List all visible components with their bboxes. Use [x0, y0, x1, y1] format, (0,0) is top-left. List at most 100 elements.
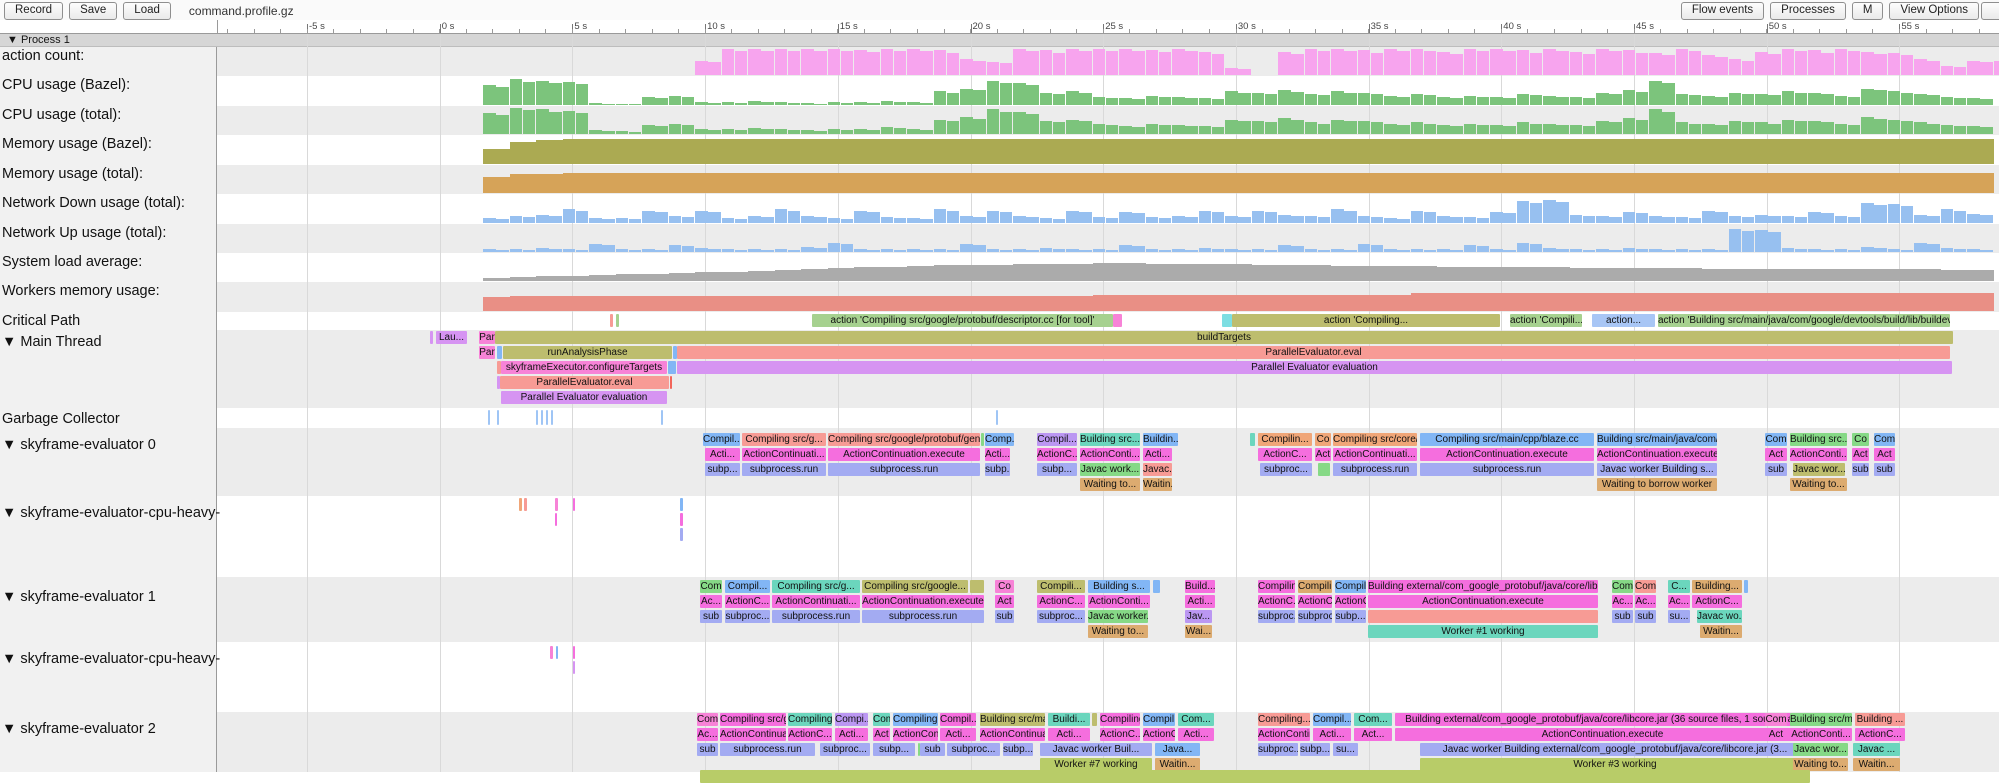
trace-slice[interactable]: subprocess.run	[772, 610, 860, 623]
trace-slice[interactable]: ActionContinuation.execute	[1368, 595, 1598, 608]
trace-slice[interactable]: Acti...	[1048, 728, 1090, 741]
trace-slice[interactable]: ActionContinuation.execute	[828, 448, 980, 461]
trace-slice[interactable]: sub	[1635, 610, 1656, 623]
trace-slice[interactable]: subp...	[1037, 463, 1077, 476]
trace-slice[interactable]: ActionC...	[1143, 728, 1175, 741]
trace-slice[interactable]: ActionC...	[1258, 448, 1312, 461]
trace-slice[interactable]: buildTargets	[495, 331, 1953, 344]
trace-slice[interactable]: Compiling src/google/protobuf/generat...	[828, 433, 980, 446]
trace-slice[interactable]: ActionC...	[1692, 595, 1742, 608]
trace-slice[interactable]: subproc...	[820, 743, 870, 756]
trace-slice[interactable]: Javac wo...	[1697, 610, 1742, 623]
trace-slice[interactable]	[996, 410, 998, 425]
trace-slice[interactable]: sub	[700, 610, 722, 623]
trace-slice[interactable]	[519, 498, 522, 511]
trace-slice[interactable]: Javac worker Building s...	[1597, 463, 1717, 476]
trace-slice[interactable]	[550, 646, 553, 659]
trace-slice[interactable]	[1368, 610, 1598, 623]
trace-slice[interactable]	[555, 498, 558, 511]
trace-slice[interactable]: Waitin...	[1853, 758, 1900, 771]
trace-slice[interactable]: action 'Compiling...	[1232, 314, 1500, 327]
trace-slice[interactable]: Compil...	[725, 580, 770, 593]
trace-slice[interactable]: sub	[697, 743, 718, 756]
trace-slice[interactable]	[1744, 580, 1748, 593]
trace-slice[interactable]	[555, 513, 557, 526]
trace-slice[interactable]: sub	[995, 610, 1014, 623]
thread-group-label[interactable]: ▼ skyframe-evaluator 0	[2, 437, 156, 453]
trace-slice[interactable]: Act	[1315, 448, 1331, 461]
trace-slice[interactable]: ActionContinuati...	[742, 448, 826, 461]
thread-group-label[interactable]: ▼ skyframe-evaluator 1	[2, 589, 156, 605]
trace-slice[interactable]: ActionC...	[1100, 728, 1140, 741]
trace-slice[interactable]: ActionC...	[1298, 595, 1332, 608]
trace-slice[interactable]: Building src/ma...	[1790, 713, 1852, 726]
trace-slice[interactable]	[610, 314, 613, 327]
trace-slice[interactable]: ActionC...	[788, 728, 832, 741]
trace-slice[interactable]: Act	[873, 728, 890, 741]
trace-slice[interactable]: Compil...	[703, 433, 740, 446]
trace-slice[interactable]: ActionC...	[1335, 595, 1366, 608]
trace-slice[interactable]	[680, 513, 683, 526]
trace-slice[interactable]: Ac...	[1612, 595, 1633, 608]
trace-slice[interactable]: ActionConti...	[1080, 448, 1140, 461]
trace-slice[interactable]	[556, 646, 558, 659]
trace-slice[interactable]	[573, 498, 575, 511]
trace-slice[interactable]: sub	[920, 743, 945, 756]
trace-slice[interactable]: subproc...	[1260, 463, 1312, 476]
trace-slice[interactable]: Act	[995, 595, 1014, 608]
trace-slice[interactable]: ActionConti...	[893, 728, 938, 741]
trace-slice[interactable]: Javac wor...	[1793, 463, 1845, 476]
trace-slice[interactable]: subproc...	[947, 743, 1000, 756]
trace-slice[interactable]	[670, 376, 672, 389]
trace-slice[interactable]: Act	[1874, 448, 1895, 461]
trace-slice[interactable]: Com	[697, 713, 718, 726]
trace-slice[interactable]	[1250, 433, 1255, 446]
trace-slice[interactable]	[1113, 314, 1122, 327]
trace-slice[interactable]	[616, 314, 619, 327]
trace-slice[interactable]: C...	[1668, 580, 1690, 593]
trace-slice[interactable]	[488, 410, 490, 425]
trace-slice[interactable]: Com	[700, 580, 722, 593]
trace-slice[interactable]: Compil...	[1037, 433, 1077, 446]
trace-slice[interactable]: Wai...	[1185, 625, 1212, 638]
trace-slice[interactable]: Waitin...	[1143, 478, 1172, 491]
trace-slice[interactable]: subprocess.run	[1333, 463, 1417, 476]
trace-slice[interactable]: Compilin...	[1258, 433, 1312, 446]
trace-slice[interactable]: Acti...	[985, 448, 1010, 461]
trace-slice[interactable]: subp...	[873, 743, 915, 756]
trace-slice[interactable]: Compi...	[835, 713, 868, 726]
trace-slice[interactable]	[536, 410, 538, 425]
trace-slice[interactable]: Compiling src/core/...	[1333, 433, 1417, 446]
trace-slice[interactable]: ActionContinuati...	[720, 728, 786, 741]
trace-slice[interactable]: subprocess.run	[1420, 463, 1594, 476]
trace-slice[interactable]: Parallel Evaluator evaluation	[501, 391, 667, 404]
trace-slice[interactable]: Ac...	[697, 728, 718, 741]
trace-slice[interactable]: Com...	[1178, 713, 1214, 726]
trace-slice[interactable]	[680, 528, 683, 541]
trace-slice[interactable]: Compiling src/google...	[720, 713, 786, 726]
trace-slice[interactable]: Com	[1765, 433, 1787, 446]
trace-slice[interactable]: Javac ...	[1853, 743, 1900, 756]
trace-slice[interactable]: ActionC...	[725, 595, 770, 608]
trace-slice[interactable]: Acti...	[1313, 728, 1351, 741]
trace-slice[interactable]: subproc...	[725, 610, 770, 623]
trace-slice[interactable]: Acti...	[835, 728, 868, 741]
trace-slice[interactable]: Par	[479, 346, 495, 359]
trace-slice[interactable]	[970, 580, 984, 593]
trace-slice[interactable]: Acti...	[1143, 448, 1172, 461]
trace-slice[interactable]: ParallelEvaluator.eval	[677, 346, 1950, 359]
trace-slice[interactable]: Com	[1874, 433, 1895, 446]
trace-slice[interactable]: subproc...	[1037, 610, 1085, 623]
trace-slice[interactable]: action...	[1592, 314, 1655, 327]
trace-slice[interactable]: ActionContinuati...	[1333, 448, 1417, 461]
trace-slice[interactable]: Building src...	[1790, 433, 1847, 446]
trace-slice[interactable]: Worker #1 working	[1368, 625, 1598, 638]
trace-slice[interactable]: ActionContinuati...	[980, 728, 1045, 741]
trace-slice[interactable]: Co	[1852, 433, 1869, 446]
trace-slice[interactable]	[1153, 580, 1160, 593]
trace-slice[interactable]: action 'Compiling src/google/protobuf/de…	[812, 314, 1113, 327]
trace-slice[interactable]: Waiting to borrow worker	[1597, 478, 1717, 491]
trace-slice[interactable]: Compil...	[940, 713, 976, 726]
trace-slice[interactable]: ActionConti...	[1088, 595, 1150, 608]
trace-slice[interactable]: Compiling...	[788, 713, 832, 726]
